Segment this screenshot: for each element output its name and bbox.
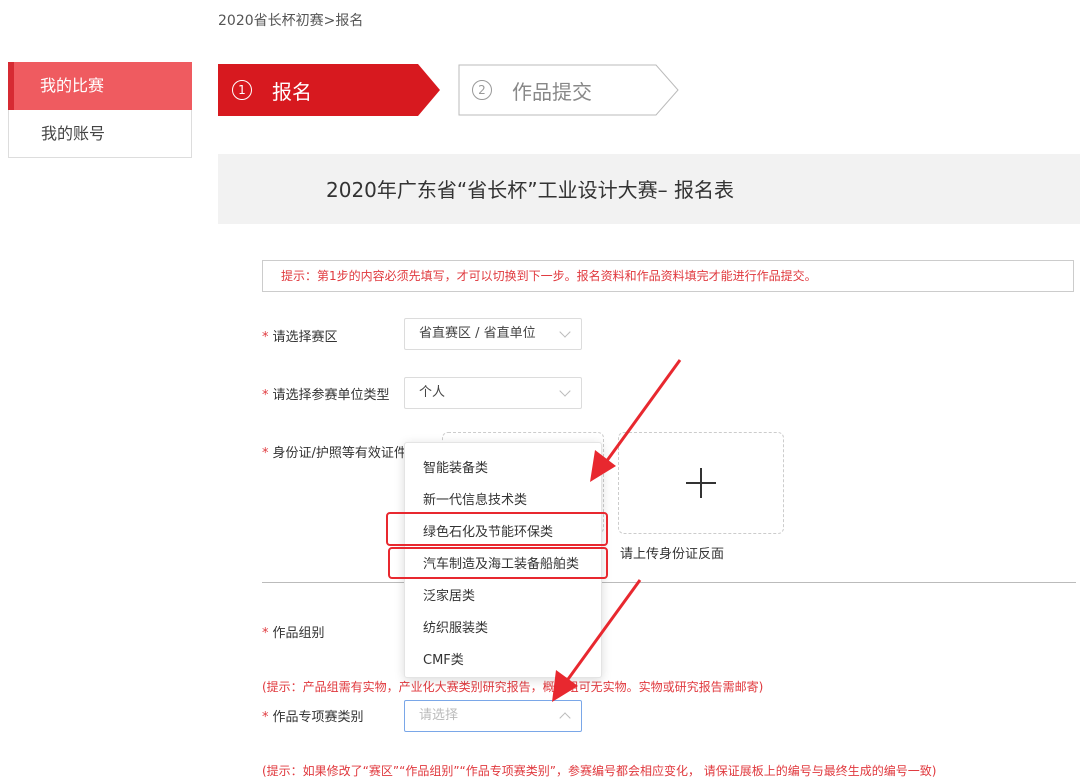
form-title: 2020年广东省“省长杯”工业设计大赛– 报名表	[326, 178, 734, 202]
chevron-down-icon	[559, 326, 571, 338]
id-document-label: * 身份证/护照等有效证件	[262, 442, 404, 461]
step-label: 报名	[272, 80, 312, 104]
required-mark: *	[262, 626, 269, 641]
dropdown-option[interactable]: 新一代信息技术类	[423, 489, 527, 508]
group-hint: (提示：产品组需有实物，产业化大赛类别研究报告，概念组可无实物。实物或研究报告需…	[262, 680, 764, 694]
sidebar: 我的比赛 我的账号	[8, 62, 192, 158]
special-category-select[interactable]: 请选择	[404, 700, 582, 732]
highlight-box	[388, 547, 608, 579]
chevron-down-icon	[559, 385, 571, 397]
required-mark: *	[262, 388, 269, 403]
dropdown-option[interactable]: 纺织服装类	[423, 617, 488, 636]
divider	[262, 582, 1076, 583]
unit-type-select-value: 个人	[419, 385, 446, 400]
form-header: 2020年广东省“省长杯”工业设计大赛– 报名表	[218, 154, 1080, 224]
group-label-text: 作品组别	[272, 626, 325, 641]
step-submit-work[interactable]: 2 作品提交	[458, 64, 680, 116]
id-document-label-text: 身份证/护照等有效证件	[272, 446, 405, 461]
tip-box: 提示：第1步的内容必须先填写，才可以切换到下一步。报名资料和作品资料填完才能进行…	[262, 260, 1074, 292]
dropdown-option[interactable]: 泛家居类	[423, 585, 475, 604]
sidebar-item-my-competitions[interactable]: 我的比赛	[8, 62, 192, 110]
highlight-box	[386, 512, 608, 546]
special-category-label-text: 作品专项赛类别	[272, 710, 364, 725]
step-label: 作品提交	[512, 80, 592, 104]
group-label: * 作品组别	[262, 622, 325, 641]
step-number: 2	[472, 80, 492, 100]
sidebar-item-my-account[interactable]: 我的账号	[8, 110, 192, 158]
upload-back-caption: 请上传身份证反面	[620, 547, 725, 562]
chevron-up-icon	[559, 712, 571, 724]
region-label-text: 请选择赛区	[272, 330, 338, 345]
dropdown-option[interactable]: 智能装备类	[423, 457, 488, 476]
required-mark: *	[262, 330, 269, 345]
upload-id-back[interactable]	[618, 432, 784, 534]
region-label: * 请选择赛区	[262, 326, 338, 345]
required-mark: *	[262, 710, 269, 725]
special-category-label: * 作品专项赛类别	[262, 706, 364, 725]
bottom-hint: (提示：如果修改了“赛区”“作品组别”“作品专项赛类别”，参赛编号都会相应变化，…	[262, 764, 937, 778]
region-select[interactable]: 省直赛区 / 省直单位	[404, 318, 582, 350]
region-select-value: 省直赛区 / 省直单位	[419, 326, 536, 341]
unit-type-label: * 请选择参赛单位类型	[262, 384, 390, 403]
unit-type-select[interactable]: 个人	[404, 377, 582, 409]
special-category-placeholder: 请选择	[419, 708, 459, 723]
unit-type-label-text: 请选择参赛单位类型	[272, 388, 390, 403]
breadcrumb: 2020省长杯初赛>报名	[218, 13, 364, 29]
dropdown-option[interactable]: CMF类	[423, 649, 464, 668]
step-number: 1	[232, 80, 252, 100]
required-mark: *	[262, 446, 269, 461]
step-register[interactable]: 1 报名	[218, 64, 440, 116]
